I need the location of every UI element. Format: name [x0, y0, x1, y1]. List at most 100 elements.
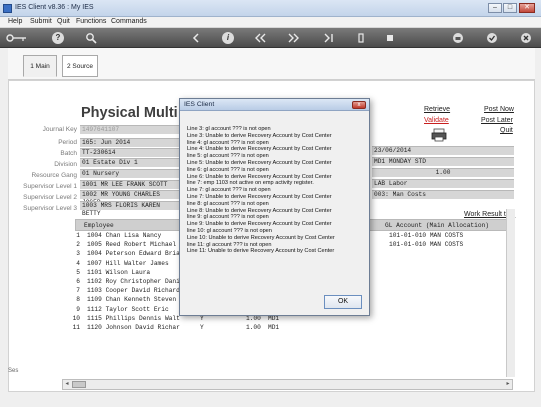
ok-button[interactable]: OK — [324, 295, 362, 309]
scroll-thumb[interactable] — [72, 381, 86, 388]
row-number: 9 — [76, 305, 80, 313]
row-number: 3 — [76, 250, 80, 258]
search-icon[interactable] — [85, 32, 97, 44]
scroll-right-arrow[interactable]: ▸ — [504, 380, 512, 389]
menu-help[interactable]: Help — [8, 18, 22, 25]
toolbar: ? i — [0, 28, 541, 48]
supervisor-level-3-label: Supervisor Level 3 — [23, 205, 77, 212]
message-line: Line 8: Unable to derive Recovery Accoun… — [187, 207, 332, 214]
message-line: Line 11: Unable to derive Recovery Accou… — [187, 248, 335, 255]
message-line: line 7: emp 1103 not active on emp activ… — [187, 180, 314, 187]
confirm-icon[interactable] — [486, 32, 498, 44]
employee-cell: 1112 Taylor Scott Eric — [87, 305, 169, 313]
cost-type-field[interactable]: 003: Man Costs — [372, 190, 514, 199]
end-icon[interactable] — [323, 32, 335, 44]
journal-key-value: 1497641107 — [80, 125, 180, 134]
message-line: Line 6: Unable to derive Recovery Accoun… — [187, 173, 332, 180]
employee-cell: 1101 Wilson Laura — [87, 268, 151, 276]
row-number: 5 — [76, 268, 80, 276]
print-icon[interactable] — [452, 32, 464, 44]
fast-forward-icon[interactable] — [288, 32, 300, 44]
window-titlebar: IES Client v8.36 : My IES – □ ✕ — [0, 0, 541, 17]
info-icon[interactable]: i — [222, 32, 234, 44]
employee-column-header[interactable]: Employee — [84, 222, 114, 229]
options-icon[interactable] — [355, 32, 367, 44]
rate-field[interactable]: 1.00 — [372, 168, 514, 177]
journal-key-label: Journal Key — [42, 126, 77, 133]
gl-account-cell: 101-01-010 MAN COSTS — [389, 241, 464, 249]
message-line: line 4: gl account ??? is not open — [187, 139, 269, 146]
employee-cell: 1007 Hill Walter James — [87, 259, 169, 267]
supervisor-level-1-field[interactable]: 1001 MR LEE FRANK SCOTT — [80, 180, 180, 189]
menu-functions[interactable]: Functions — [76, 18, 106, 25]
supervisor-level-3-field[interactable]: 1003 MRS FLORIS KAREN BETTY — [80, 201, 180, 217]
employee-cell: 1004 Peterson Edward Bria — [87, 250, 180, 258]
gl-account-column-header[interactable]: GL Account (Main Allocation) — [385, 222, 489, 229]
scroll-left-arrow[interactable]: ◂ — [63, 380, 71, 389]
rewind-icon[interactable] — [254, 32, 266, 44]
window-title: IES Client v8.36 : My IES — [15, 4, 94, 11]
message-line: Line 3: Unable to derive Recovery Accoun… — [187, 132, 332, 139]
key-icon[interactable] — [6, 32, 28, 44]
message-line: line 8: gl account ??? is not open — [187, 200, 269, 207]
employee-cell: 1120 Johnson David Richar — [87, 323, 180, 331]
row-number: 11 — [72, 323, 80, 331]
supervisor-level-2-label: Supervisor Level 2 — [23, 194, 77, 201]
printer-icon[interactable] — [431, 128, 447, 142]
tab-source[interactable]: 2 Source — [62, 55, 98, 77]
supervisor-level-1-label: Supervisor Level 1 — [23, 183, 77, 190]
post-later-link[interactable]: Post Later — [481, 117, 513, 124]
dialog-title: IES Client — [184, 101, 215, 108]
validate-link[interactable]: Validate — [424, 117, 449, 124]
message-line: line 5: gl account ??? is not open — [187, 153, 269, 160]
menu-quit[interactable]: Quit — [57, 18, 70, 25]
menu-commands[interactable]: Commands — [111, 18, 147, 25]
batch-field[interactable]: TT-230614 — [80, 148, 180, 157]
horizontal-scrollbar[interactable]: ◂ ▸ — [62, 379, 513, 390]
shift-field[interactable]: MD1 MONDAY STD — [372, 157, 514, 166]
batch-label: Batch — [60, 150, 77, 157]
close-icon[interactable] — [520, 32, 532, 44]
row-number: 7 — [76, 287, 80, 295]
row-number: 6 — [76, 277, 80, 285]
quit-link[interactable]: Quit — [500, 127, 513, 134]
maximize-button[interactable]: □ — [503, 3, 517, 13]
minimize-button[interactable]: – — [488, 3, 502, 13]
message-line: line 9: gl account ??? is not open — [187, 214, 269, 221]
employee-cell: 1115 Phillips Dennis Walt — [87, 314, 180, 322]
table-row[interactable]: 10 1115 Phillips Dennis Walt Y 1.00 MD1 — [66, 315, 506, 324]
post-now-link[interactable]: Post Now — [484, 106, 514, 113]
table-row[interactable]: 11 1120 Johnson David Richar Y 1.00 MD1 — [66, 324, 506, 333]
quantity-cell: 1.00 — [246, 323, 261, 331]
message-line: line 6: gl account ??? is not open — [187, 166, 269, 173]
retrieve-link[interactable]: Retrieve — [424, 106, 450, 113]
dialog-message: Line 3: gl account ??? is not open Line … — [187, 126, 365, 286]
employee-cell: 1005 Reed Robert Michael — [87, 241, 177, 249]
message-line: Line 4: Unable to derive Recovery Accoun… — [187, 146, 332, 153]
row-number: 1 — [76, 232, 80, 239]
side-label: Ses — [8, 368, 19, 374]
help-icon[interactable]: ? — [52, 32, 64, 44]
tab-main[interactable]: 1 Main — [23, 55, 57, 77]
back-icon[interactable] — [190, 32, 202, 44]
period-field[interactable]: 165: Jun 2014 — [80, 138, 180, 147]
dialog-titlebar: IES Client x — [180, 99, 369, 111]
employee-cell: 1004 Chan Lisa Nancy — [87, 232, 162, 239]
message-line: Line 3: gl account ??? is not open — [187, 126, 271, 132]
close-window-button[interactable]: ✕ — [519, 3, 535, 13]
resource-gang-field[interactable]: 01 Nursery — [80, 169, 180, 178]
message-line: Line 5: Unable to derive Recovery Accoun… — [187, 159, 332, 166]
division-field[interactable]: 01 Estate Div 1 — [80, 158, 180, 167]
employee-cell: 1109 Chan Kenneth Steven — [87, 296, 177, 304]
date-field[interactable]: 23/06/2014 — [372, 146, 514, 155]
dialog-close-button[interactable]: x — [352, 101, 366, 109]
menu-bar: Help Submit Quit Functions Commands — [0, 17, 541, 28]
vertical-scrollbar[interactable] — [506, 209, 515, 377]
shift-code-cell: MD1 — [268, 323, 280, 331]
menu-submit[interactable]: Submit — [30, 18, 52, 25]
app-icon — [3, 4, 12, 13]
activity-field[interactable]: LAB Labor — [372, 179, 514, 188]
stop-icon[interactable] — [384, 32, 396, 44]
supervisor-level-2-field[interactable]: 1002 MR YOUNG CHARLES JOSEP — [80, 190, 180, 206]
active-flag-cell: Y — [200, 323, 204, 331]
